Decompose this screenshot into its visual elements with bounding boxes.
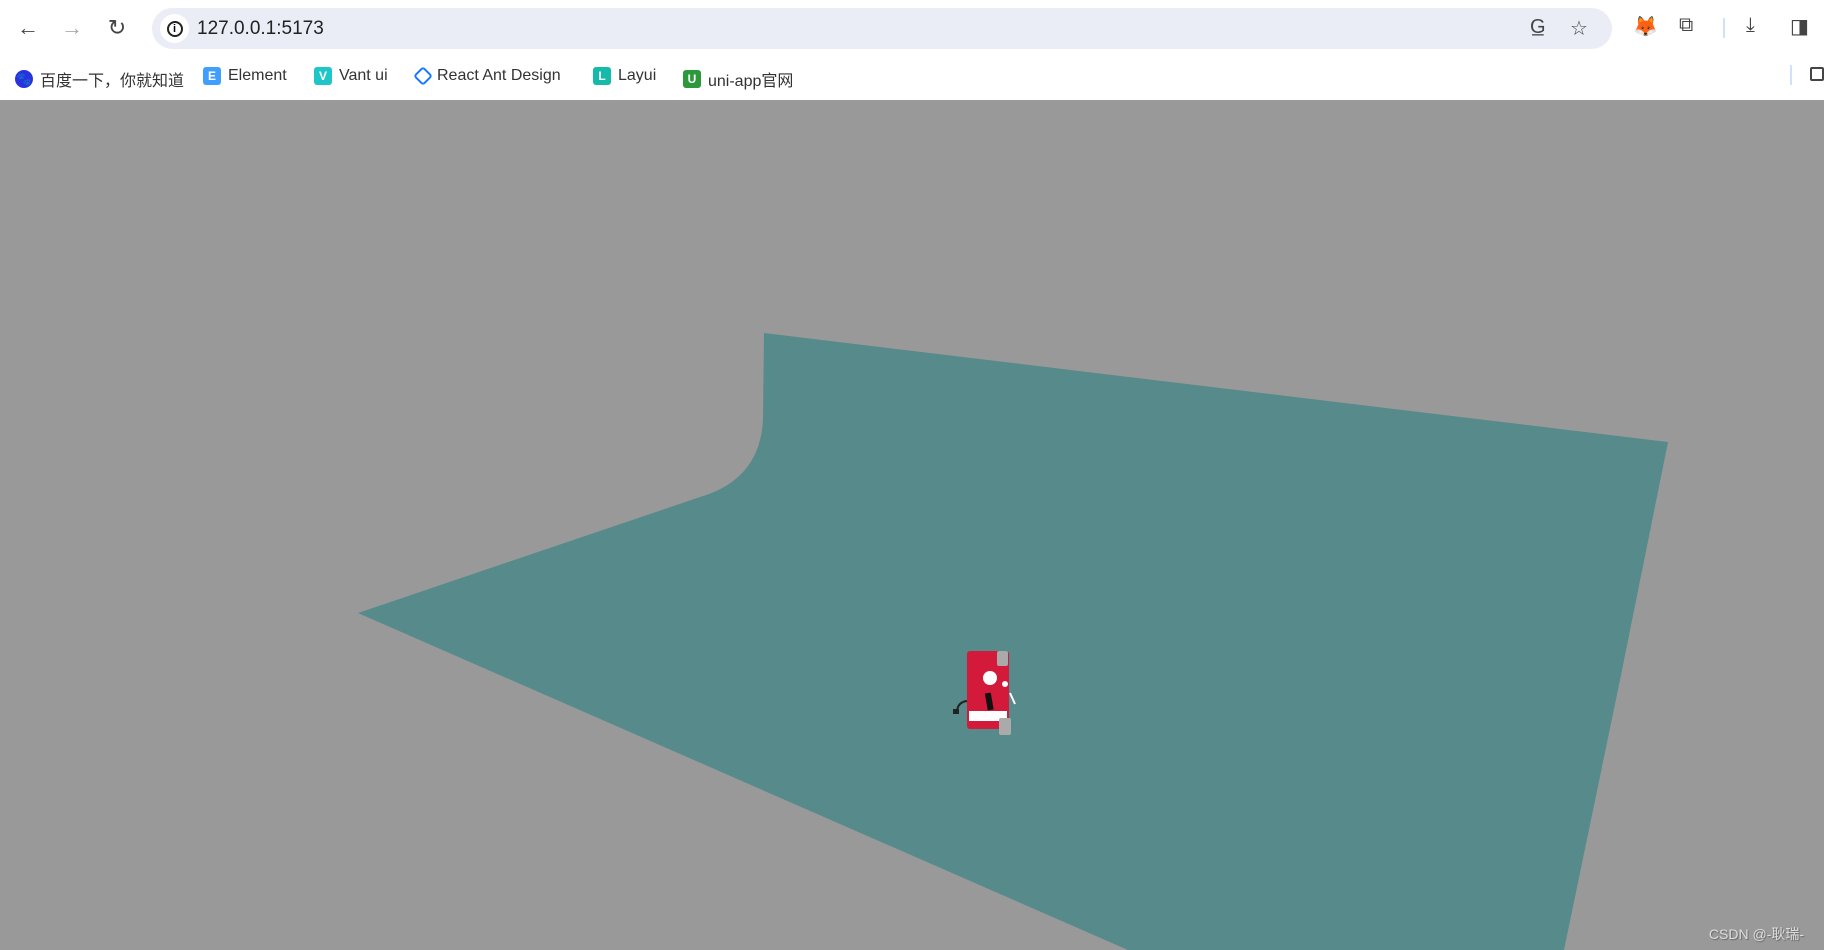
extensions-icon[interactable]: ⧉ (1679, 14, 1693, 37)
side-panel-icon[interactable]: ◨ (1790, 14, 1809, 39)
bookmark-vant[interactable]: V Vant ui (314, 67, 388, 85)
toolbar-divider (1723, 18, 1725, 38)
bookmark-element[interactable]: E Element (203, 67, 287, 85)
forward-button[interactable]: → (56, 12, 88, 44)
layui-icon: L (593, 67, 611, 85)
browser-toolbar: ← → ↻ i 127.0.0.1:5173 G̲ ☆ 🦊 ⧉ ⤓ ◨ (0, 0, 1824, 57)
site-info-icon[interactable]: i (160, 14, 189, 43)
baidu-icon: 🐾 (15, 70, 33, 88)
bookmarks-bar: 🐾 百度一下，你就知道 E Element V Vant ui React Ant D… (0, 57, 1824, 100)
bookmark-star-icon[interactable]: ☆ (1570, 16, 1588, 41)
ground-plane (358, 333, 1668, 950)
metamask-fox-icon[interactable]: 🦊 (1633, 14, 1658, 39)
translate-icon[interactable]: G̲ (1530, 16, 1546, 39)
watermark: CSDN @-耿瑞- (1708, 926, 1804, 942)
bookmark-uniapp[interactable]: Uuni-app官网 (683, 67, 793, 91)
reload-button[interactable]: ↻ (101, 12, 133, 44)
bookmark-layui[interactable]: L Layui (593, 67, 656, 85)
element-icon: E (203, 67, 221, 85)
uniapp-icon: U (683, 70, 701, 88)
bookmark-ant-design[interactable]: React Ant Design (413, 66, 561, 86)
bookmark-baidu[interactable]: 🐾 百度一下，你就知道 (15, 67, 184, 91)
ant-design-icon (413, 66, 433, 86)
scene-svg (358, 333, 1668, 950)
other-bookmarks-folder-icon[interactable] (1810, 67, 1824, 81)
address-bar[interactable]: i 127.0.0.1:5173 G̲ ☆ (152, 8, 1612, 49)
vant-icon: V (314, 67, 332, 85)
back-button[interactable]: ← (12, 12, 44, 44)
download-icon[interactable]: ⤓ (1746, 14, 1755, 37)
url-text[interactable]: 127.0.0.1:5173 (197, 18, 324, 40)
bookmarks-divider (1790, 65, 1792, 85)
threejs-canvas[interactable]: CSDN @-耿瑞- (0, 100, 1824, 950)
